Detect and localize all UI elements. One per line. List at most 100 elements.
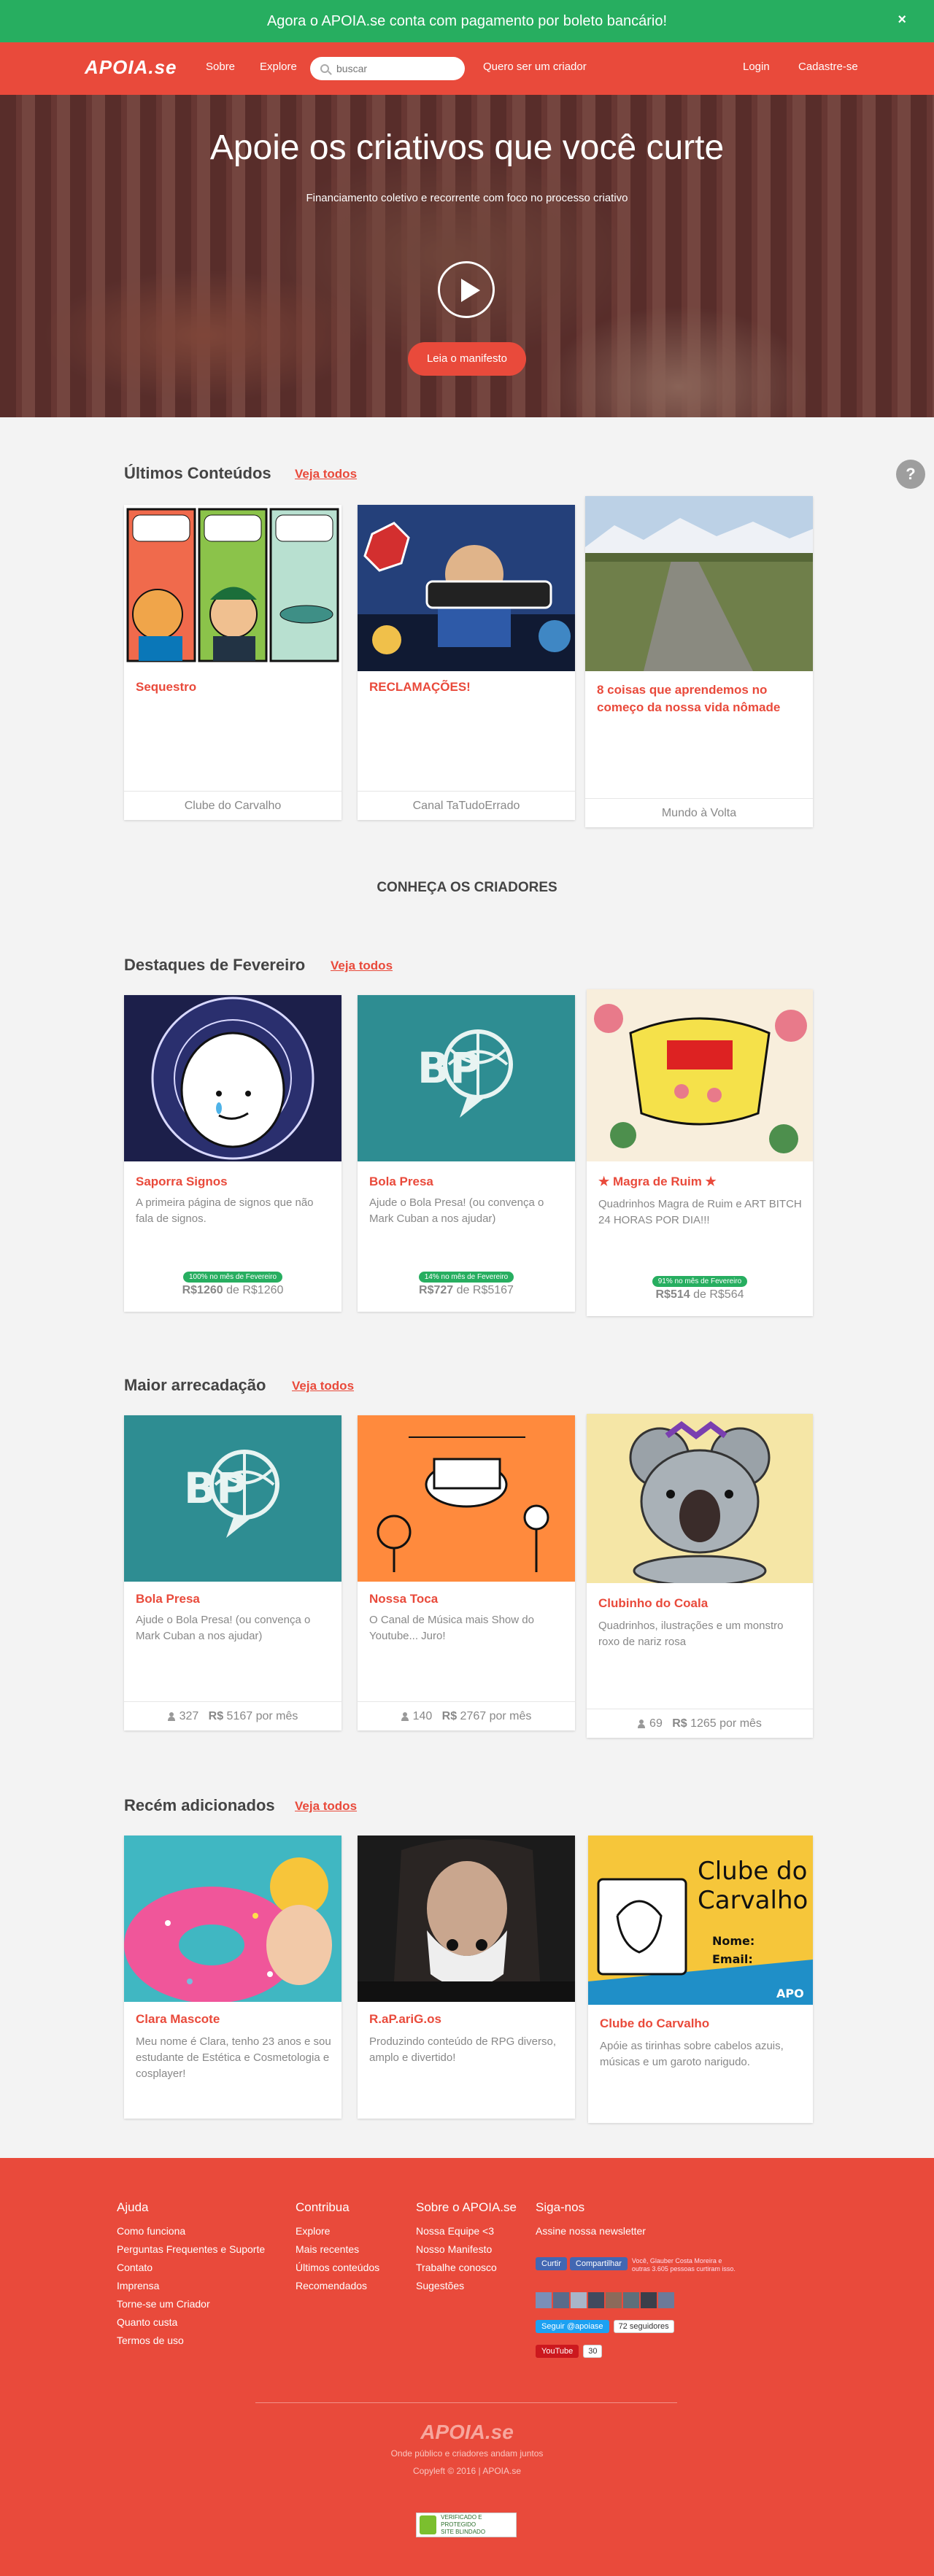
newsletter-link[interactable]: Assine nossa newsletter [536,2222,646,2240]
card-title[interactable]: Clube do Carvalho [600,2015,803,2032]
footer-link[interactable]: Sugestões [416,2277,517,2295]
card-creator[interactable]: Mundo à Volta [585,798,813,827]
card-image: BP [124,1415,341,1582]
manifesto-button[interactable]: Leia o manifesto [408,342,526,376]
footer-link[interactable]: Explore [296,2222,379,2240]
avatar [553,2292,569,2308]
footer-logo[interactable]: APOIA.se [0,2421,934,2444]
card-title[interactable]: Saporra Signos [136,1173,331,1191]
card-image [358,1836,575,2002]
svg-text:BP: BP [417,1043,481,1093]
content-card[interactable]: 8 coisas que aprendemos no começo da nos… [585,496,813,827]
svg-text:APO: APO [776,1987,804,2000]
close-icon[interactable]: × [898,12,906,28]
footer-divider [255,2402,677,2403]
progress-badge: 91% no mês de Fevereiro [587,1274,813,1287]
card-description: A primeira página de signos que não fala… [136,1196,314,1225]
nav-link-explore[interactable]: Explore [260,61,297,73]
card-title[interactable]: Clara Mascote [136,2011,331,2028]
card-description: Quadrinhos, ilustrações e um monstro rox… [598,1620,784,1648]
support-stats: 69 R$ 1265 por mês [587,1709,813,1738]
creator-card[interactable]: R.aP.ariG.os Produzindo conteúdo de RPG … [358,1836,575,2119]
card-creator[interactable]: Canal TaTudoErrado [358,791,575,820]
svg-text:Email:: Email: [712,1952,753,1966]
card-title[interactable]: Sequestro [136,678,331,696]
see-all-highlights[interactable]: Veja todos [331,959,393,973]
card-image [124,995,341,1161]
section-title-top-raised: Maior arrecadação [124,1376,266,1394]
see-all-top-raised[interactable]: Veja todos [292,1379,354,1393]
creator-card[interactable]: Saporra Signos A primeira página de sign… [124,995,341,1312]
signup-link[interactable]: Cadastre-se [798,61,858,73]
nav-link-sobre[interactable]: Sobre [206,61,235,73]
login-link[interactable]: Login [743,61,770,73]
footer-heading: Ajuda [117,2200,149,2214]
facebook-widget: Curtir Compartilhar Você, Glauber Costa … [536,2257,754,2273]
card-title[interactable]: R.aP.ariG.os [369,2011,565,2028]
footer-heading: Contribua [296,2200,350,2214]
section-title-highlights: Destaques de Fevereiro [124,956,306,974]
footer-link[interactable]: Contato [117,2259,265,2277]
support-stats: 327 R$ 5167 por mês [124,1701,341,1730]
content-card[interactable]: RECLAMAÇÕES! Canal TaTudoErrado [358,505,575,820]
footer-link[interactable]: Últimos conteúdos [296,2259,379,2277]
creator-card[interactable]: BP Bola Presa Ajude o Bola Presa! (ou co… [124,1415,341,1730]
footer-link[interactable]: Torne-se um Criador [117,2295,265,2313]
footer-link[interactable]: Perguntas Frequentes e Suporte [117,2240,265,2259]
card-title[interactable]: Bola Presa [369,1173,565,1191]
card-creator[interactable]: Clube do Carvalho [124,791,341,820]
help-icon[interactable]: ? [896,460,925,489]
card-title[interactable]: Bola Presa [136,1590,331,1608]
card-title[interactable]: 8 coisas que aprendemos no começo da nos… [597,681,803,716]
youtube-subscribe-button[interactable]: YouTube [536,2345,579,2358]
footer-link[interactable]: Nosso Manifesto [416,2240,517,2259]
logo[interactable]: APOIA.se [85,56,177,79]
see-all-latest[interactable]: Veja todos [295,467,357,481]
twitter-follow-button[interactable]: Seguir @apoiase [536,2320,609,2333]
content-card[interactable]: Sequestro Clube do Carvalho [124,505,341,820]
search-input[interactable] [336,63,460,74]
svg-text:Carvalho: Carvalho [698,1886,808,1915]
play-icon[interactable] [438,261,495,318]
footer-link[interactable]: Imprensa [117,2277,265,2295]
fb-share-button[interactable]: Compartilhar [569,2257,628,2270]
creator-card[interactable]: Nossa Toca O Canal de Música mais Show d… [358,1415,575,1730]
avatar [623,2292,639,2308]
section-title-recent: Recém adicionados [124,1796,275,1814]
funding-amount: R$727 de R$5167 [419,1284,514,1296]
footer-link[interactable]: Nossa Equipe <3 [416,2222,517,2240]
footer-link[interactable]: Recomendados [296,2277,379,2295]
card-title[interactable]: ★ Magra de Ruim ★ [598,1173,803,1191]
footer-link[interactable]: Termos de uso [117,2332,265,2350]
search-box[interactable] [310,57,465,80]
creator-card[interactable]: Clara Mascote Meu nome é Clara, tenho 23… [124,1836,341,2119]
nav-link-creator[interactable]: Quero ser um criador [483,61,587,73]
card-title[interactable]: Nossa Toca [369,1590,565,1608]
footer-link[interactable]: Quanto custa [117,2313,265,2332]
security-seal[interactable]: VERIFICADO E PROTEGIDO SITE BLINDADO [416,2513,517,2537]
card-image: BP [358,995,575,1161]
creator-card[interactable]: ★ Magra de Ruim ★ Quadrinhos Magra de Ru… [587,989,813,1316]
creator-card[interactable]: BP Bola Presa Ajude o Bola Presa! (ou co… [358,995,575,1312]
footer-link[interactable]: Trabalhe conosco [416,2259,517,2277]
youtube-widget: YouTube 30 [536,2345,603,2358]
card-description: Meu nome é Clara, tenho 23 anos e sou es… [136,2035,331,2080]
footer-link[interactable]: Mais recentes [296,2240,379,2259]
card-image [587,1414,813,1583]
shield-icon [420,2515,437,2534]
twitter-count: 72 seguidores [613,2320,674,2333]
announcement-banner: Agora o APOIA.se conta com pagamento por… [0,0,934,42]
twitter-widget: Seguir @apoiase 72 seguidores [536,2320,674,2333]
footer-tagline: Onde público e criadores andam juntos [390,2448,544,2459]
card-title[interactable]: RECLAMAÇÕES! [369,678,565,696]
youtube-count: 30 [583,2345,603,2358]
creator-card[interactable]: Clube do Carvalho Nome: Email: APO Clube… [588,1836,813,2123]
creator-card[interactable]: Clubinho do Coala Quadrinhos, ilustraçõe… [587,1414,813,1738]
footer-link[interactable]: Como funciona [117,2222,265,2240]
supporters-icon [638,1719,646,1728]
card-description: Apóie as tirinhas sobre cabelos azuis, m… [600,2040,784,2068]
fb-like-button[interactable]: Curtir [536,2257,567,2270]
card-title[interactable]: Clubinho do Coala [598,1595,803,1612]
see-all-recent[interactable]: Veja todos [295,1799,357,1814]
search-icon [320,64,329,73]
